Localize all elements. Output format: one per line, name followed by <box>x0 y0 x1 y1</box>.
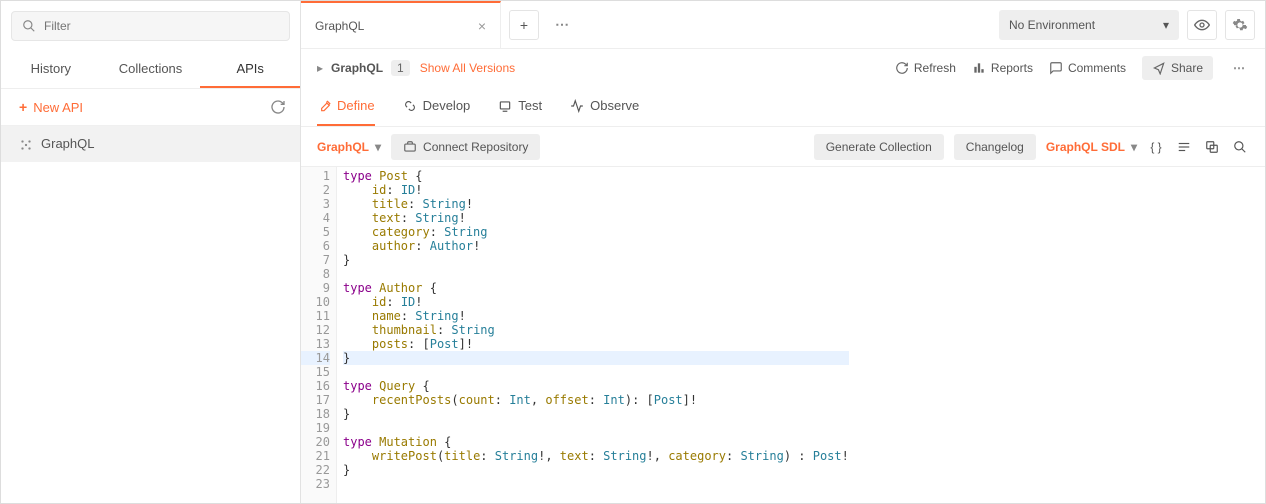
subtab-test-label: Test <box>518 98 542 113</box>
environment-select[interactable]: No Environment ▾ <box>999 10 1179 40</box>
search-code-icon[interactable] <box>1231 139 1249 154</box>
subtab-define[interactable]: Define <box>317 87 375 126</box>
subtab-observe-label: Observe <box>590 98 639 113</box>
changelog-button[interactable]: Changelog <box>954 134 1036 160</box>
connect-repo-label: Connect Repository <box>423 140 528 154</box>
version-badge: 1 <box>391 60 410 76</box>
wrap-icon[interactable] <box>1175 139 1193 154</box>
line-gutter: 1234567891011121314151617181920212223 <box>301 167 337 503</box>
comments-button[interactable]: Comments <box>1049 61 1126 75</box>
topbar: GraphQL × + ⋯ No Environment ▾ <box>301 1 1265 49</box>
sidebar-tabs: History Collections APIs <box>1 51 300 89</box>
chevron-down-icon: ▾ <box>1163 18 1169 32</box>
subtab-observe[interactable]: Observe <box>570 87 639 126</box>
subtab-develop[interactable]: Develop <box>403 87 471 126</box>
reports-label: Reports <box>991 61 1033 75</box>
plus-icon: + <box>520 17 528 33</box>
api-name: GraphQL <box>331 61 383 75</box>
sidebar-item-label: GraphQL <box>41 136 94 151</box>
changelog-label: Changelog <box>966 140 1024 154</box>
tab-apis[interactable]: APIs <box>200 51 300 88</box>
search-box[interactable] <box>11 11 290 41</box>
code-editor[interactable]: 1234567891011121314151617181920212223 ty… <box>301 167 1265 503</box>
sidebar-refresh-icon[interactable] <box>270 99 286 115</box>
refresh-label: Refresh <box>914 61 956 75</box>
editor-toolbar: GraphQL ▾ Connect Repository Generate Co… <box>301 127 1265 167</box>
subtab-define-label: Define <box>337 98 375 113</box>
tab-history[interactable]: History <box>1 51 101 88</box>
plus-icon: + <box>19 99 27 115</box>
refresh-button[interactable]: Refresh <box>895 61 956 75</box>
sidebar: History Collections APIs + New API Graph… <box>1 1 301 503</box>
breadcrumb: ▸ GraphQL 1 Show All Versions Refresh Re… <box>301 49 1265 87</box>
schema-type-label: GraphQL <box>317 140 369 154</box>
copy-icon[interactable] <box>1203 139 1221 154</box>
reports-button[interactable]: Reports <box>972 61 1033 75</box>
search-icon <box>22 19 36 34</box>
schema-type-dropdown[interactable]: GraphQL ▾ <box>317 140 381 154</box>
beautify-icon[interactable]: { } <box>1147 140 1165 154</box>
sidebar-item-graphql[interactable]: GraphQL <box>1 126 300 162</box>
more-options-button[interactable]: ⋯ <box>1229 61 1249 75</box>
file-tab-title: GraphQL <box>315 19 364 33</box>
sdl-dropdown[interactable]: GraphQL SDL ▾ <box>1046 140 1137 154</box>
connect-repo-button[interactable]: Connect Repository <box>391 134 540 160</box>
share-label: Share <box>1171 61 1203 75</box>
subtabs: Define Develop Test Observe <box>301 87 1265 127</box>
chevron-down-icon: ▾ <box>1131 140 1137 154</box>
tab-collections[interactable]: Collections <box>101 51 201 88</box>
file-tab[interactable]: GraphQL × <box>301 1 501 48</box>
generate-collection-button[interactable]: Generate Collection <box>814 134 944 160</box>
generate-collection-label: Generate Collection <box>826 140 932 154</box>
tab-options-button[interactable]: ⋯ <box>547 10 577 40</box>
comments-label: Comments <box>1068 61 1126 75</box>
subtab-develop-label: Develop <box>423 98 471 113</box>
new-api-label: New API <box>33 100 83 115</box>
environment-label: No Environment <box>1009 18 1095 32</box>
sdl-label: GraphQL SDL <box>1046 140 1125 154</box>
code-content[interactable]: type Post { id: ID! title: String! text:… <box>337 167 849 503</box>
show-all-versions-link[interactable]: Show All Versions <box>420 61 515 75</box>
chevron-down-icon: ▾ <box>375 140 381 154</box>
share-button[interactable]: Share <box>1142 56 1213 80</box>
new-tab-button[interactable]: + <box>509 10 539 40</box>
settings-button[interactable] <box>1225 10 1255 40</box>
chevron-right-icon: ▸ <box>317 61 323 75</box>
close-icon[interactable]: × <box>478 18 486 34</box>
new-api-button[interactable]: + New API <box>19 99 83 115</box>
api-icon <box>19 136 33 152</box>
main: GraphQL × + ⋯ No Environment ▾ ▸ GraphQL… <box>301 1 1265 503</box>
search-input[interactable] <box>44 19 279 33</box>
subtab-test[interactable]: Test <box>498 87 542 126</box>
env-quicklook-button[interactable] <box>1187 10 1217 40</box>
